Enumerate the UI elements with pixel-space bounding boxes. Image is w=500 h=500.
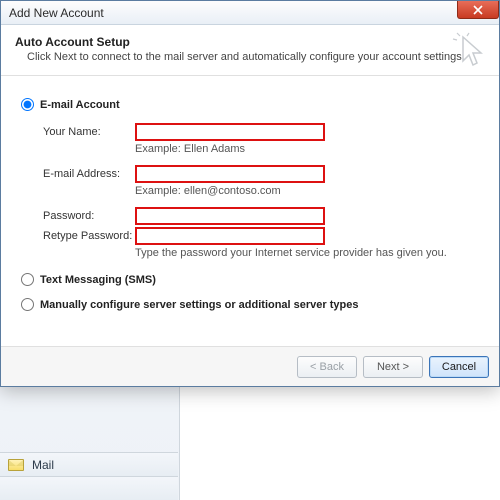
retype-label: Retype Password: <box>43 230 135 242</box>
back-button-label: < Back <box>310 361 344 373</box>
radio-manual[interactable] <box>21 298 34 311</box>
nav-item-label: Mail <box>32 458 54 472</box>
email-hint: Example: ellen@contoso.com <box>135 185 479 197</box>
header-title: Auto Account Setup <box>15 35 485 49</box>
next-button-label: Next > <box>377 361 409 373</box>
back-button[interactable]: < Back <box>297 356 357 378</box>
option-sms-label: Text Messaging (SMS) <box>40 274 156 286</box>
name-label: Your Name: <box>43 126 135 138</box>
close-button[interactable] <box>457 1 499 19</box>
nav-item-mail[interactable]: Mail <box>0 452 178 476</box>
option-email-account[interactable]: E-mail Account <box>21 98 479 111</box>
option-sms[interactable]: Text Messaging (SMS) <box>21 273 479 286</box>
email-label: E-mail Address: <box>43 168 135 180</box>
cancel-button[interactable]: Cancel <box>429 356 489 378</box>
add-account-dialog: Add New Account Auto Account Setup Click… <box>0 0 500 387</box>
option-email-label: E-mail Account <box>40 99 120 111</box>
cursor-icon <box>451 31 491 71</box>
nav-item-secondary[interactable] <box>0 476 178 500</box>
radio-email[interactable] <box>21 98 34 111</box>
nav-section: Mail <box>0 452 178 500</box>
cancel-button-label: Cancel <box>442 361 476 373</box>
option-manual-label: Manually configure server settings or ad… <box>40 299 359 311</box>
retype-password-input[interactable] <box>135 227 325 245</box>
email-fields: Your Name: Example: Ellen Adams E-mail A… <box>43 123 479 259</box>
name-input[interactable] <box>135 123 325 141</box>
mail-icon <box>8 459 24 471</box>
wizard-footer: < Back Next > Cancel <box>1 346 499 386</box>
wizard-body: E-mail Account Your Name: Example: Ellen… <box>1 76 499 346</box>
name-hint: Example: Ellen Adams <box>135 143 479 155</box>
password-input[interactable] <box>135 207 325 225</box>
option-manual[interactable]: Manually configure server settings or ad… <box>21 298 479 311</box>
password-label: Password: <box>43 210 135 222</box>
titlebar[interactable]: Add New Account <box>1 1 499 25</box>
email-input[interactable] <box>135 165 325 183</box>
wizard-header: Auto Account Setup Click Next to connect… <box>1 25 499 76</box>
next-button[interactable]: Next > <box>363 356 423 378</box>
password-hint: Type the password your Internet service … <box>135 247 475 259</box>
close-icon <box>473 5 483 15</box>
radio-sms[interactable] <box>21 273 34 286</box>
header-subtitle: Click Next to connect to the mail server… <box>27 51 485 63</box>
window-title: Add New Account <box>9 6 104 20</box>
generic-icon <box>8 483 24 495</box>
